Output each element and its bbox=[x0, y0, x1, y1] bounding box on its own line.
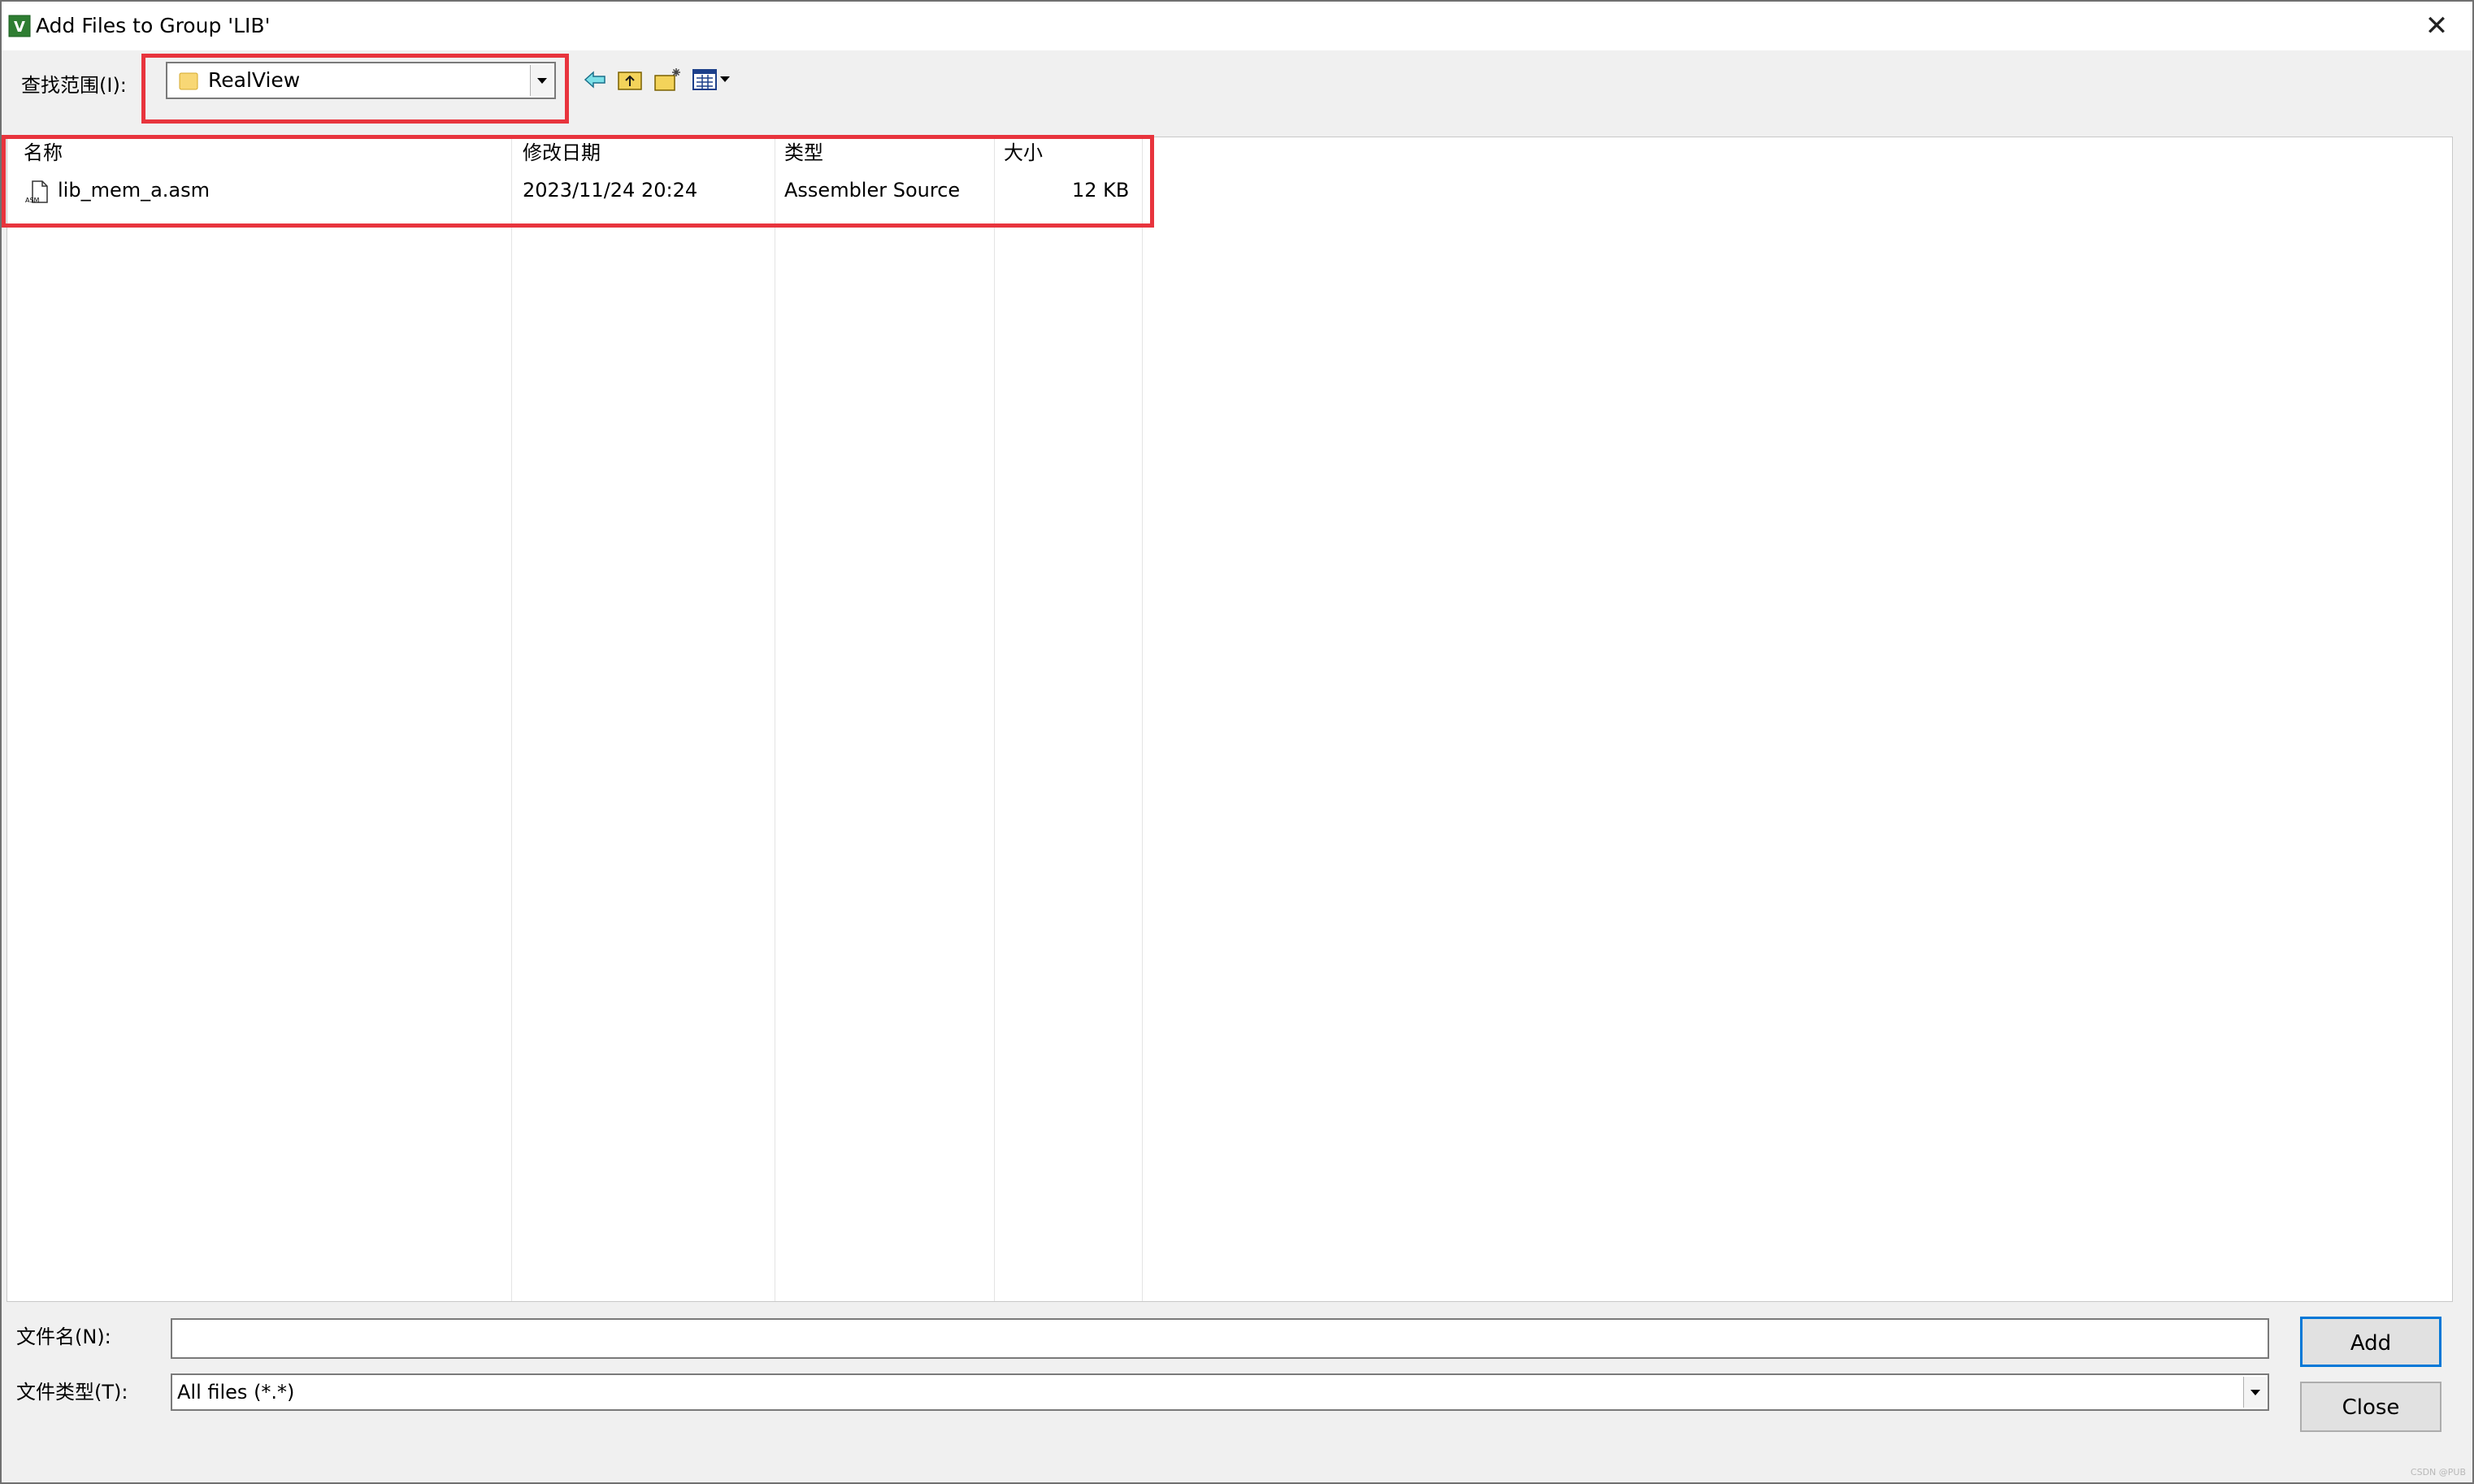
view-menu-icon[interactable] bbox=[691, 65, 740, 94]
close-button[interactable]: Close bbox=[2300, 1382, 2441, 1432]
svg-text:ASM: ASM bbox=[25, 197, 40, 204]
chevron-down-icon[interactable] bbox=[530, 65, 553, 96]
add-files-dialog: V Add Files to Group 'LIB' ✕ 查找范围(I): Re… bbox=[0, 0, 2474, 1484]
column-header-name[interactable]: 名称 bbox=[24, 141, 63, 165]
filetype-dropdown[interactable]: All files (*.*) bbox=[171, 1373, 2269, 1411]
lookin-value: RealView bbox=[208, 68, 301, 92]
keil-app-icon: V bbox=[8, 15, 31, 37]
watermark: CSDN @PUB bbox=[2410, 1467, 2466, 1477]
file-list[interactable]: 名称 修改日期 类型 大小 ASM lib_mem_a.asm 2023/11/… bbox=[7, 137, 2453, 1302]
column-divider bbox=[1142, 137, 1143, 1301]
column-header-modified[interactable]: 修改日期 bbox=[523, 141, 601, 165]
asm-file-icon: ASM bbox=[25, 180, 48, 204]
file-name: lib_mem_a.asm bbox=[58, 179, 211, 202]
column-divider bbox=[994, 137, 995, 1301]
close-icon[interactable]: ✕ bbox=[2420, 10, 2453, 42]
folder-icon bbox=[179, 72, 198, 90]
filetype-value: All files (*.*) bbox=[177, 1381, 295, 1404]
window-title: Add Files to Group 'LIB' bbox=[36, 14, 271, 37]
lookin-dropdown[interactable]: RealView bbox=[166, 62, 556, 99]
file-row[interactable]: ASM lib_mem_a.asm 2023/11/24 20:24 Assem… bbox=[7, 175, 1145, 210]
column-header-size[interactable]: 大小 bbox=[1004, 141, 1043, 165]
filename-field[interactable] bbox=[171, 1318, 2269, 1359]
filetype-label: 文件类型(T): bbox=[16, 1381, 128, 1404]
svg-text:V: V bbox=[14, 19, 25, 36]
file-size: 12 KB bbox=[1072, 179, 1130, 202]
up-folder-icon[interactable] bbox=[616, 65, 645, 94]
chevron-down-icon[interactable] bbox=[2243, 1377, 2266, 1408]
lookin-label: 查找范围(I): bbox=[21, 74, 127, 97]
add-button[interactable]: Add bbox=[2300, 1317, 2441, 1367]
new-folder-icon[interactable] bbox=[653, 65, 683, 94]
column-divider bbox=[511, 137, 512, 1301]
file-modified: 2023/11/24 20:24 bbox=[523, 179, 698, 202]
title-bar: V Add Files to Group 'LIB' ✕ bbox=[2, 2, 2472, 50]
file-type: Assembler Source bbox=[784, 179, 961, 202]
column-header-type[interactable]: 类型 bbox=[784, 141, 823, 165]
filename-label: 文件名(N): bbox=[16, 1326, 111, 1348]
back-arrow-icon[interactable] bbox=[580, 65, 610, 94]
